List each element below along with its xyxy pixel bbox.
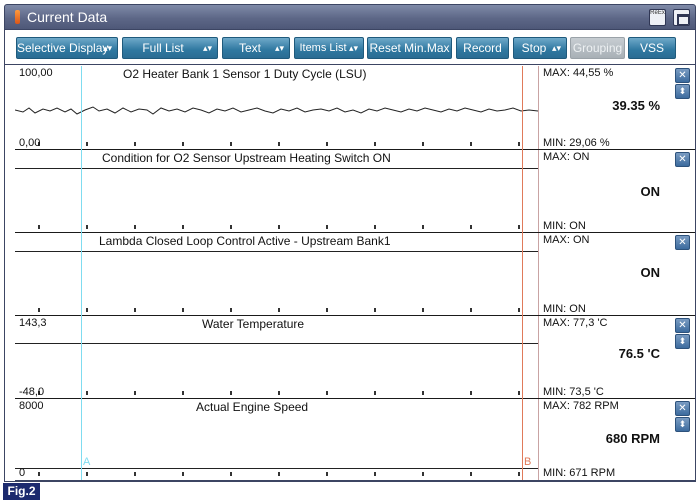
current-value: ON — [640, 184, 661, 199]
items-list-label: Items List — [299, 42, 347, 54]
signal-trace — [15, 468, 538, 469]
stop-select[interactable]: Stop ▴▾ — [513, 37, 567, 59]
selective-display-select[interactable]: Selective Display ▴▾ — [16, 37, 118, 59]
text-select[interactable]: Text ▴▾ — [222, 37, 290, 59]
title-bar: Current Data ReEx — [4, 4, 696, 30]
close-icon[interactable]: ✕ — [675, 152, 690, 167]
cursor-a-line[interactable] — [81, 66, 82, 480]
text-label: Text — [238, 41, 261, 55]
window-title: Current Data — [27, 9, 108, 25]
plot-area: 8000 Actual Engine Speed 0 — [15, 399, 538, 480]
grip-icon — [15, 10, 20, 24]
max-value: MAX: 77,3 'C — [543, 317, 608, 329]
parameter-name: Lambda Closed Loop Control Active - Upst… — [99, 234, 391, 248]
current-value: 76.5 'C — [618, 346, 660, 361]
max-value: MAX: ON — [543, 151, 590, 163]
graph-panel-engine-speed[interactable]: 8000 Actual Engine Speed 0 MAX: 782 RPM … — [15, 398, 696, 480]
x-axis-ticks — [15, 225, 538, 229]
record-button[interactable]: Record — [456, 37, 509, 59]
parameter-name: Condition for O2 Sensor Upstream Heating… — [102, 151, 391, 165]
graph-panel-water-temperature[interactable]: 143,3 Water Temperature -48,0 MAX: 77,3 … — [15, 315, 696, 399]
y-max-label: 100,00 — [19, 67, 53, 79]
plot-area: Condition for O2 Sensor Upstream Heating… — [15, 150, 538, 233]
signal-trace — [15, 251, 538, 252]
scroll-arrows-icon[interactable]: ⬍ — [675, 84, 690, 99]
current-value: 39.35 % — [612, 98, 660, 113]
value-panel: MAX: ON ON MIN: ON ✕ — [538, 233, 696, 316]
up-down-arrow-icon: ▴▾ — [102, 43, 112, 53]
up-down-arrow-icon: ▴▾ — [348, 43, 358, 53]
cursor-b-label: B — [524, 456, 532, 468]
full-list-label: Full List — [142, 41, 184, 55]
value-panel: MAX: 44,55 % 39.35 % MIN: 29,06 % ✕ ⬍ — [538, 66, 696, 150]
signal-trace — [15, 168, 538, 169]
signal-trace — [15, 106, 538, 115]
close-icon[interactable]: ✕ — [675, 318, 690, 333]
reset-minmax-button[interactable]: Reset Min.Max — [367, 37, 452, 59]
plot-area: 100,00 O2 Heater Bank 1 Sensor 1 Duty Cy… — [15, 66, 538, 150]
plot-area: 143,3 Water Temperature -48,0 — [15, 316, 538, 399]
y-min-label: -48,0 — [19, 386, 45, 398]
selective-display-label: Selective Display — [17, 41, 109, 55]
toolbar: Selective Display ▴▾ Full List ▴▾ Text ▴▾ I… — [4, 30, 696, 64]
parameter-name: O2 Heater Bank 1 Sensor 1 Duty Cycle (LS… — [123, 67, 367, 81]
up-down-arrow-icon: ▴▾ — [202, 43, 212, 53]
y-max-label: 8000 — [19, 400, 44, 412]
current-value: 680 RPM — [605, 431, 660, 446]
graph-panel-lambda-closed-loop[interactable]: Lambda Closed Loop Control Active - Upst… — [15, 232, 696, 316]
parameter-name: Actual Engine Speed — [196, 400, 309, 414]
stop-label: Stop — [521, 41, 547, 55]
max-value: MAX: 44,55 % — [543, 67, 614, 79]
figure-label: Fig.2 — [3, 483, 40, 500]
x-axis-ticks — [15, 308, 538, 312]
x-axis-ticks — [15, 142, 538, 146]
grouping-button[interactable]: Grouping — [570, 37, 625, 59]
current-value: ON — [640, 265, 661, 280]
graph-area: 100,00 O2 Heater Bank 1 Sensor 1 Duty Cy… — [15, 66, 696, 480]
window-bottom-border — [15, 480, 696, 482]
y-max-label: 143,3 — [19, 317, 47, 329]
maximize-icon[interactable] — [673, 9, 690, 26]
min-value: MIN: ON — [543, 303, 586, 315]
parameter-name: Water Temperature — [202, 317, 305, 331]
help-icon[interactable]: ReEx — [649, 9, 666, 26]
min-value: MIN: 671 RPM — [543, 467, 616, 479]
scroll-arrows-icon[interactable]: ⬍ — [675, 334, 690, 349]
min-value: MIN: 73,5 'C — [543, 386, 604, 398]
x-axis-ticks — [15, 391, 538, 395]
close-icon[interactable]: ✕ — [675, 68, 690, 83]
y-min-label: 0,00 — [19, 137, 41, 149]
max-value: MAX: 782 RPM — [543, 400, 619, 412]
y-min-label: 0 — [19, 467, 26, 479]
vss-button[interactable]: VSS — [628, 37, 676, 59]
items-list-select[interactable]: Items List ▴▾ — [294, 37, 364, 59]
cursor-a-label: A — [83, 456, 91, 468]
value-panel: MAX: ON ON MIN: ON ✕ — [538, 150, 696, 233]
close-icon[interactable]: ✕ — [675, 235, 690, 250]
min-value: MIN: 29,06 % — [543, 137, 610, 149]
graph-panel-heating-switch[interactable]: Condition for O2 Sensor Upstream Heating… — [15, 149, 696, 233]
plot-area: Lambda Closed Loop Control Active - Upst… — [15, 233, 538, 316]
cursor-b-line[interactable] — [522, 66, 523, 480]
x-axis-ticks — [15, 472, 538, 476]
value-panel: MAX: 782 RPM 680 RPM MIN: 671 RPM ✕ ⬍ — [538, 399, 696, 480]
value-panel: MAX: 77,3 'C 76.5 'C MIN: 73,5 'C ✕ ⬍ — [538, 316, 696, 399]
signal-trace — [15, 343, 538, 344]
up-down-arrow-icon: ▴▾ — [274, 43, 284, 53]
full-list-select[interactable]: Full List ▴▾ — [122, 37, 218, 59]
close-icon[interactable]: ✕ — [675, 401, 690, 416]
min-value: MIN: ON — [543, 220, 586, 232]
scroll-arrows-icon[interactable]: ⬍ — [675, 417, 690, 432]
graph-panel-o2-heater[interactable]: 100,00 O2 Heater Bank 1 Sensor 1 Duty Cy… — [15, 66, 696, 150]
up-down-arrow-icon: ▴▾ — [551, 43, 561, 53]
max-value: MAX: ON — [543, 234, 590, 246]
